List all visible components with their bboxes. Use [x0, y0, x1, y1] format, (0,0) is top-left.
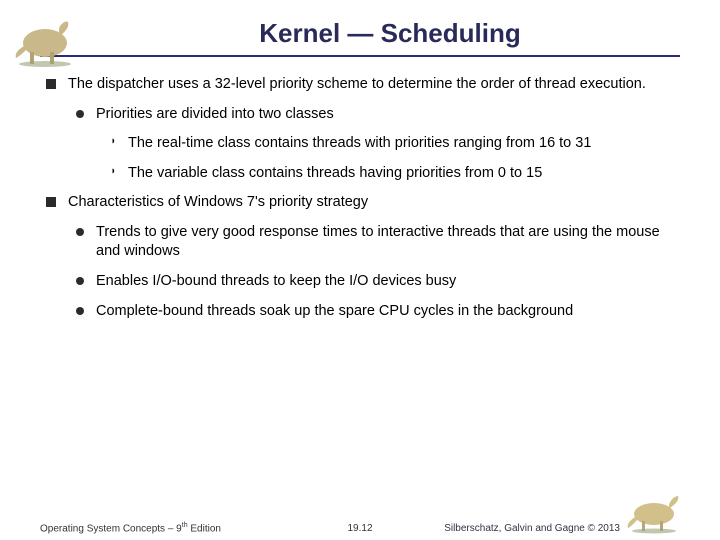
footer-right: Silberschatz, Galvin and Gagne © 2013 [444, 523, 620, 534]
dinosaur-top-image [10, 8, 80, 68]
footer-left-text-a: Operating System Concepts – 9 [40, 523, 182, 534]
footer-page-number: 19.12 [347, 523, 372, 534]
slide-content: The dispatcher uses a 32-level priority … [40, 75, 680, 321]
footer-left: Operating System Concepts – 9th Edition [40, 522, 221, 534]
bullet-level2: Trends to give very good response times … [40, 223, 680, 262]
slide-footer: Operating System Concepts – 9th Edition … [0, 522, 720, 534]
bullet-level2: Priorities are divided into two classes [40, 105, 680, 125]
bullet-level2: Enables I/O-bound threads to keep the I/… [40, 272, 680, 292]
bullet-level2: Complete-bound threads soak up the spare… [40, 302, 680, 322]
footer-left-text-b: Edition [188, 523, 221, 534]
slide-title: Kernel — Scheduling [100, 18, 680, 49]
title-underline [40, 55, 680, 57]
bullet-level3: The real-time class contains threads wit… [40, 134, 680, 154]
bullet-level1: The dispatcher uses a 32-level priority … [40, 75, 680, 95]
bullet-level1: Characteristics of Windows 7's priority … [40, 193, 680, 213]
slide: Kernel — Scheduling The dispatcher uses … [0, 0, 720, 540]
bullet-level3: The variable class contains threads havi… [40, 164, 680, 184]
